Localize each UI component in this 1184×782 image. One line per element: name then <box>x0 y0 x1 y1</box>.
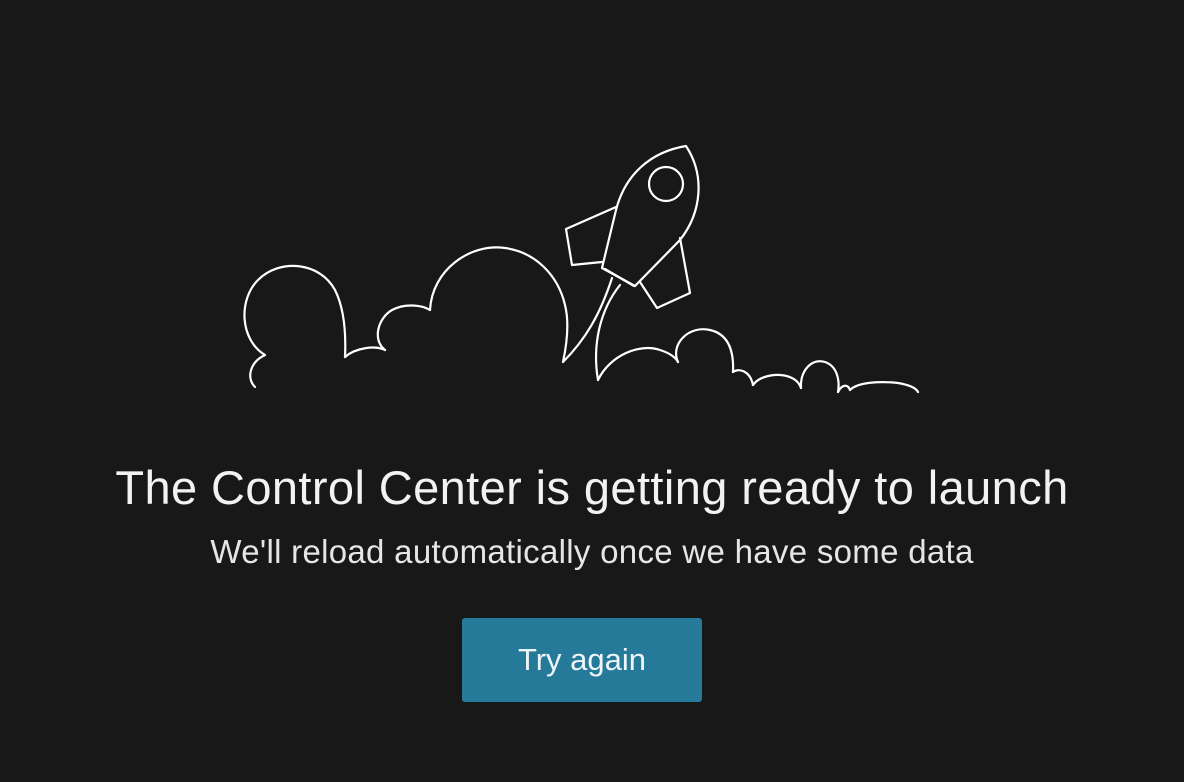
page-subtitle: We'll reload automatically once we have … <box>210 533 974 570</box>
rocket <box>564 144 700 310</box>
loading-screen: The Control Center is getting ready to l… <box>0 0 1184 782</box>
rocket-launch-icon <box>243 144 920 394</box>
try-again-button[interactable]: Try again <box>462 618 702 702</box>
smoke-clouds <box>243 246 920 394</box>
page-title: The Control Center is getting ready to l… <box>115 461 1069 514</box>
